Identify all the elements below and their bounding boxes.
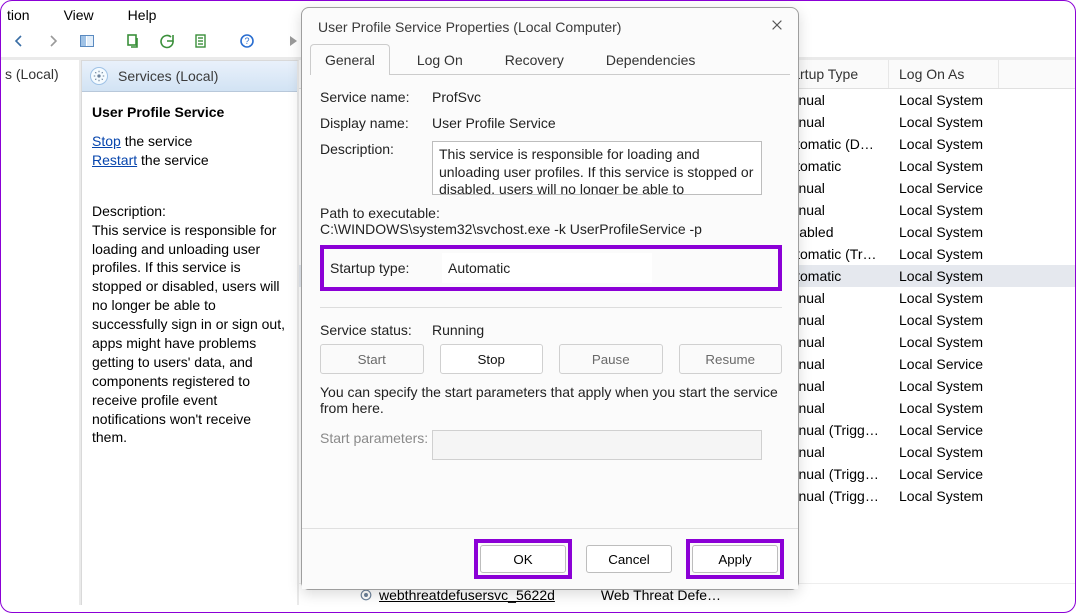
console-tree[interactable]: s (Local) bbox=[1, 60, 81, 605]
services-panel: Services (Local) User Profile Service St… bbox=[81, 60, 299, 605]
tab-logon[interactable]: Log On bbox=[402, 44, 478, 75]
cell-logon: Local System bbox=[889, 331, 999, 353]
description-box[interactable]: This service is responsible for loading … bbox=[432, 141, 762, 195]
start-params-label: Start parameters: bbox=[320, 430, 432, 446]
gear-icon bbox=[90, 67, 108, 85]
panel-header: Services (Local) bbox=[82, 61, 297, 92]
startup-type-row-highlight: Startup type: Automatic bbox=[320, 245, 782, 291]
stop-link-tail: the service bbox=[121, 133, 193, 149]
service-name-label: Service name: bbox=[320, 89, 432, 105]
menu-view[interactable]: View bbox=[58, 7, 100, 23]
cell-logon: Local System bbox=[889, 441, 999, 463]
startup-type-label: Startup type: bbox=[330, 260, 442, 276]
cell-logon: Local System bbox=[889, 133, 999, 155]
dialog-actions: OK Cancel Apply bbox=[302, 528, 798, 589]
start-button: Start bbox=[320, 344, 424, 374]
cancel-button[interactable]: Cancel bbox=[586, 545, 672, 573]
path-value: C:\WINDOWS\system32\svchost.exe -k UserP… bbox=[320, 221, 782, 237]
service-properties-dialog: User Profile Service Properties (Local C… bbox=[301, 7, 799, 590]
ok-highlight: OK bbox=[474, 539, 572, 579]
menu-file-fragment[interactable]: tion bbox=[1, 7, 36, 23]
ok-button[interactable]: OK bbox=[480, 545, 566, 573]
cell-logon: Local System bbox=[889, 199, 999, 221]
refresh-icon[interactable] bbox=[153, 29, 181, 53]
path-label: Path to executable: bbox=[320, 205, 782, 221]
back-icon[interactable] bbox=[5, 29, 33, 53]
tab-recovery[interactable]: Recovery bbox=[490, 44, 579, 75]
show-hide-tree-icon[interactable] bbox=[73, 29, 101, 53]
desc-label: Description: bbox=[92, 202, 289, 221]
properties-icon[interactable] bbox=[187, 29, 215, 53]
cell-logon: Local System bbox=[889, 155, 999, 177]
display-name-value: User Profile Service bbox=[432, 115, 782, 131]
cell-logon: Local Service bbox=[889, 463, 999, 485]
cell-logon: Local System bbox=[889, 287, 999, 309]
restart-link-tail: the service bbox=[137, 152, 209, 168]
cell-logon: Local System bbox=[889, 89, 999, 111]
menu-help[interactable]: Help bbox=[122, 7, 163, 23]
display-name-label: Display name: bbox=[320, 115, 432, 131]
start-params-input bbox=[432, 430, 762, 460]
stop-link[interactable]: Stop bbox=[92, 133, 121, 149]
service-status-label: Service status: bbox=[320, 322, 432, 338]
cell-logon: Local System bbox=[889, 375, 999, 397]
startup-type-dropdown[interactable]: Automatic bbox=[442, 253, 652, 283]
svg-text:?: ? bbox=[244, 36, 249, 46]
dialog-title: User Profile Service Properties (Local C… bbox=[318, 19, 621, 35]
cell-logon: Local Service bbox=[889, 177, 999, 199]
cell-logon: Local System bbox=[889, 111, 999, 133]
apply-button[interactable]: Apply bbox=[692, 545, 778, 573]
cell-logon: Local Service bbox=[889, 353, 999, 375]
service-description: This service is responsible for loading … bbox=[92, 221, 289, 448]
tab-dependencies[interactable]: Dependencies bbox=[591, 44, 711, 75]
cell-logon: Local System bbox=[889, 309, 999, 331]
cell-logon: Local System bbox=[889, 221, 999, 243]
cell-logon: Local System bbox=[889, 243, 999, 265]
col-logon[interactable]: Log On As bbox=[889, 60, 999, 88]
resume-button: Resume bbox=[679, 344, 783, 374]
pause-button: Pause bbox=[559, 344, 663, 374]
cell-logon: Local System bbox=[889, 397, 999, 419]
service-status-value: Running bbox=[432, 322, 782, 338]
help-icon[interactable]: ? bbox=[233, 29, 261, 53]
close-icon[interactable] bbox=[770, 18, 784, 35]
service-title: User Profile Service bbox=[92, 104, 289, 120]
startup-type-value: Automatic bbox=[448, 260, 510, 276]
panel-title: Services (Local) bbox=[118, 68, 218, 84]
apply-highlight: Apply bbox=[686, 539, 784, 579]
cell-logon: Local System bbox=[889, 485, 999, 507]
export-list-icon[interactable] bbox=[119, 29, 147, 53]
stop-button[interactable]: Stop bbox=[440, 344, 544, 374]
tree-node-services-local[interactable]: s (Local) bbox=[5, 66, 59, 82]
description-label: Description: bbox=[320, 141, 432, 157]
forward-icon bbox=[39, 29, 67, 53]
tab-bar: General Log On Recovery Dependencies bbox=[310, 43, 790, 75]
cell-logon: Local Service bbox=[889, 419, 999, 441]
service-name-value: ProfSvc bbox=[432, 89, 782, 105]
restart-link[interactable]: Restart bbox=[92, 152, 137, 168]
start-params-note: You can specify the start parameters tha… bbox=[320, 384, 782, 416]
tab-general[interactable]: General bbox=[310, 44, 390, 75]
cell-logon: Local System bbox=[889, 265, 999, 287]
